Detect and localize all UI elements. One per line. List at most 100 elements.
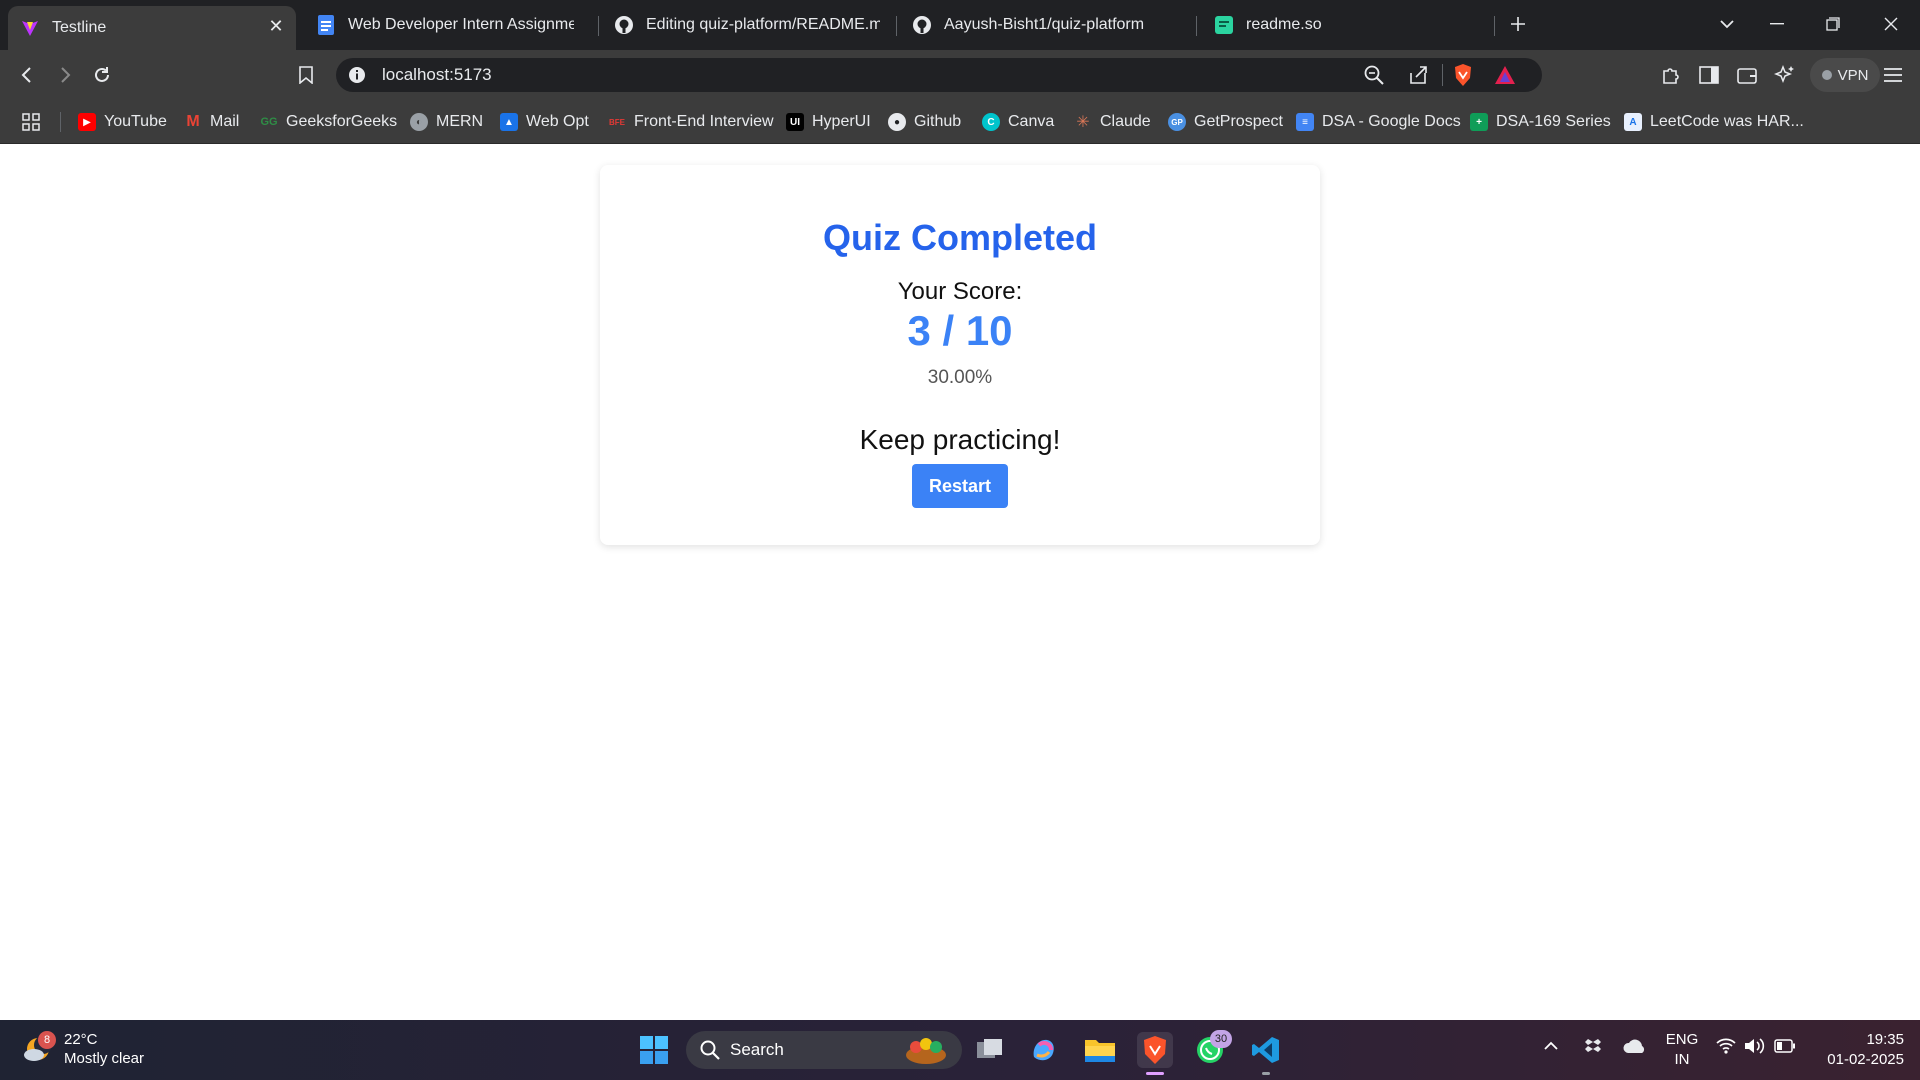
bookmark-dsa-169-series[interactable]: + DSA-169 Series (1470, 110, 1611, 134)
task-view-icon[interactable] (972, 1032, 1008, 1068)
restore-icon[interactable] (1810, 6, 1856, 42)
bookmark-label: GeeksforGeeks (286, 113, 398, 130)
bookmark-web-opt[interactable]: ▲ Web Opt (500, 110, 589, 134)
reload-icon[interactable] (89, 62, 115, 88)
back-icon[interactable] (14, 62, 40, 88)
vite-icon (20, 18, 40, 38)
search-placeholder: Search (730, 1040, 784, 1059)
close-tab-icon[interactable]: ✕ (266, 16, 286, 36)
onedrive-cloud-icon[interactable] (1622, 1038, 1646, 1058)
globe-icon: ◐ (410, 113, 428, 131)
bookmark-mern[interactable]: ◐ MERN (410, 110, 483, 134)
share-icon[interactable] (1408, 65, 1428, 90)
github-icon: ● (888, 113, 906, 131)
vscode-icon[interactable] (1248, 1032, 1284, 1068)
bookmark-github[interactable]: ● Github (888, 110, 961, 134)
weather-widget[interactable]: 8 22°C Mostly clear (22, 1030, 144, 1068)
clock-time: 19:35 (1866, 1031, 1904, 1048)
search-highlight-icon (902, 1035, 950, 1070)
zoom-icon[interactable] (1364, 65, 1384, 90)
score-value: 3 / 10 (907, 307, 1013, 354)
bookmark-youtube[interactable]: ▶ YouTube (78, 110, 167, 134)
address-bar[interactable]: localhost:5173 (336, 58, 1542, 92)
getprospect-icon: GP (1168, 113, 1186, 131)
leetcode-icon: A (1624, 113, 1642, 131)
youtube-icon: ▶ (78, 113, 96, 131)
apps-grid-icon[interactable] (22, 110, 40, 134)
brave-rewards-icon[interactable] (1494, 65, 1516, 90)
google-docs-icon (316, 15, 336, 35)
github-icon (912, 15, 932, 35)
result-message: Keep practicing! (859, 424, 1061, 455)
bookmark-label: DSA-169 Series (1496, 113, 1611, 130)
vpn-label: VPN (1837, 66, 1869, 84)
bookmark-label: Mail (210, 113, 240, 130)
taskbar-search-box[interactable]: Search (686, 1031, 962, 1069)
leo-ai-icon[interactable] (1772, 62, 1798, 88)
bookmark-label: DSA - Google Docs (1322, 113, 1461, 130)
brave-browser-icon[interactable] (1137, 1032, 1173, 1068)
bookmark-icon[interactable] (293, 62, 319, 88)
bfe-icon: BFE (608, 113, 626, 131)
tab-search-chevron-icon[interactable] (1704, 6, 1750, 42)
bookmark-hyperui[interactable]: UI HyperUI (786, 110, 871, 134)
language-indicator[interactable]: ENG IN (1664, 1030, 1700, 1070)
moon-cloud-icon: 8 (22, 1031, 56, 1065)
tab-separator (896, 16, 897, 36)
forward-icon[interactable] (52, 62, 78, 88)
tab-separator (1196, 16, 1197, 36)
hyperui-icon: UI (786, 113, 804, 131)
language-code: ENG (1665, 1031, 1699, 1048)
wifi-icon[interactable] (1716, 1037, 1736, 1059)
system-clock[interactable]: 19:35 01-02-2025 (1814, 1030, 1904, 1070)
extensions-icon[interactable] (1658, 62, 1684, 88)
bookmark-claude[interactable]: ✳ Claude (1074, 110, 1151, 134)
google-sheets-icon: + (1470, 113, 1488, 131)
tab-readme-so[interactable]: readme.so (1202, 6, 1492, 44)
file-explorer-icon[interactable] (1082, 1032, 1118, 1068)
github-icon (614, 15, 634, 35)
bookmark-label: Claude (1100, 113, 1151, 130)
bookmark-canva[interactable]: C Canva (982, 110, 1054, 134)
bookmark-label: Front-End Interview (634, 113, 774, 130)
tab-title: Aayush-Bisht1/quiz-platform (944, 16, 1145, 33)
wallet-icon[interactable] (1734, 62, 1760, 88)
bookmark-mail[interactable]: M Mail (184, 110, 239, 134)
bookmark-dsa-google-docs[interactable]: ≡ DSA - Google Docs (1296, 110, 1461, 134)
bookmark-geeksforgeeks[interactable]: GG GeeksforGeeks (260, 110, 397, 134)
sidebar-icon[interactable] (1696, 62, 1722, 88)
tab-title: Editing quiz-platform/README.md a (646, 16, 880, 33)
browser-tab-strip: Testline ✕ Web Developer Intern Assignme… (0, 0, 1920, 50)
copilot-icon[interactable] (1026, 1032, 1062, 1068)
bookmark-leetcode[interactable]: A LeetCode was HAR... (1624, 110, 1804, 134)
minimize-icon[interactable] (1754, 6, 1800, 42)
dropbox-icon[interactable] (1584, 1037, 1602, 1059)
close-window-icon[interactable] (1868, 6, 1914, 42)
bookmark-front-end-interview[interactable]: BFE Front-End Interview (608, 110, 774, 134)
new-tab-icon[interactable] (1496, 6, 1540, 42)
whatsapp-badge: 30 (1210, 1030, 1232, 1048)
bookmark-label: MERN (436, 113, 484, 130)
bookmark-label: YouTube (104, 113, 167, 130)
claude-icon: ✳ (1074, 113, 1092, 131)
windows-start-icon[interactable] (636, 1032, 672, 1068)
clock-date: 01-02-2025 (1827, 1051, 1904, 1068)
restart-button[interactable]: Restart (912, 464, 1008, 508)
volume-icon[interactable] (1744, 1037, 1766, 1059)
tab-editing-readme[interactable]: Editing quiz-platform/README.md a (602, 6, 892, 44)
gmail-icon: M (184, 113, 202, 131)
region-code: IN (1674, 1051, 1690, 1068)
site-info-icon[interactable] (348, 66, 366, 89)
vpn-button[interactable]: VPN (1810, 58, 1880, 92)
tab-testline[interactable]: Testline ✕ (8, 6, 296, 50)
tab-separator (598, 16, 599, 36)
bookmark-label: HyperUI (812, 113, 871, 130)
tab-web-developer-intern[interactable]: Web Developer Intern Assignment - (304, 6, 586, 44)
battery-icon[interactable] (1774, 1039, 1796, 1057)
brave-shields-icon[interactable] (1452, 63, 1474, 92)
weather-description: Mostly clear (64, 1050, 145, 1067)
show-hidden-icons-chevron-icon[interactable] (1544, 1038, 1558, 1055)
bookmark-getprospect[interactable]: GP GetProspect (1168, 110, 1283, 134)
menu-icon[interactable] (1880, 62, 1906, 88)
tab-github-repo[interactable]: Aayush-Bisht1/quiz-platform (900, 6, 1190, 44)
